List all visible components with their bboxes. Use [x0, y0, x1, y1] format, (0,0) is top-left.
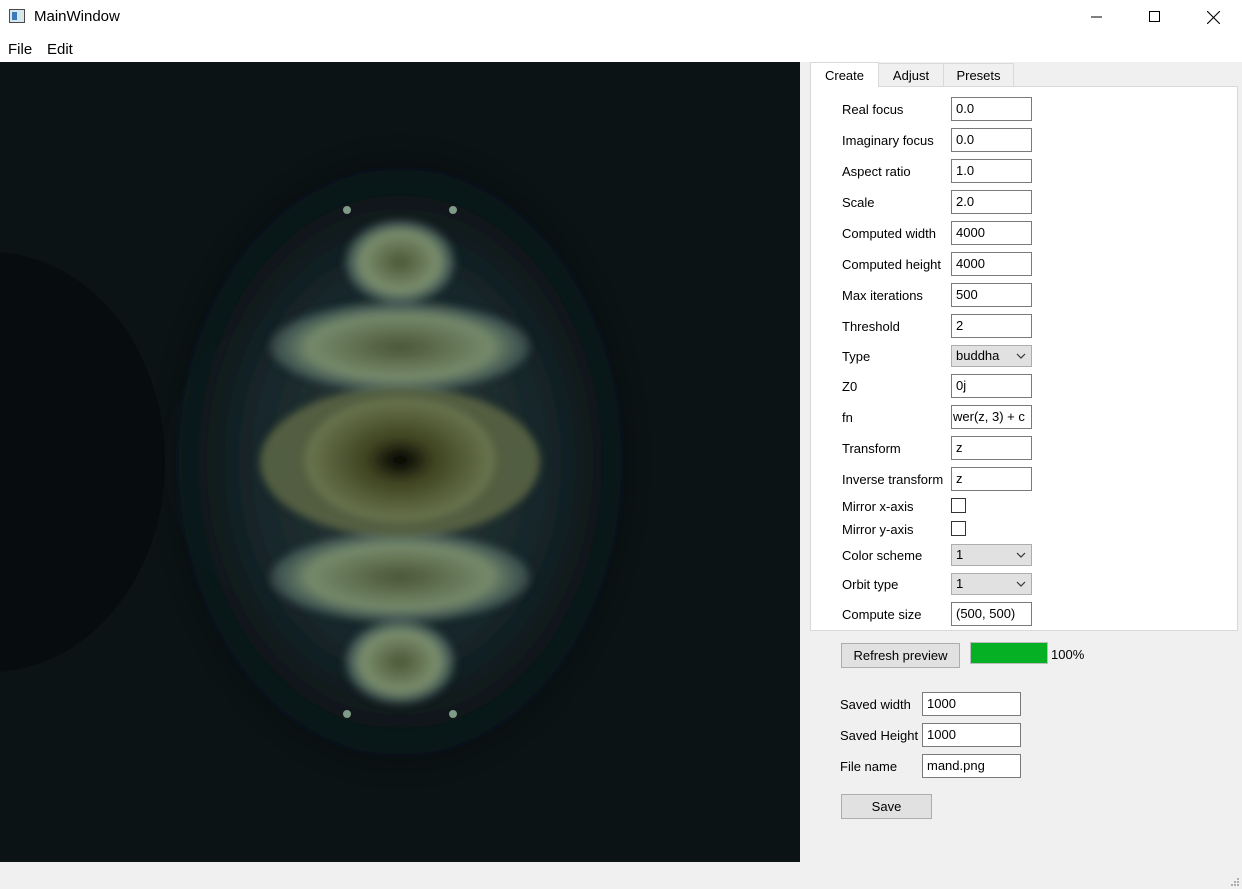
- fn-label: fn: [842, 410, 853, 425]
- minimize-button[interactable]: [1068, 0, 1126, 34]
- z0-label: Z0: [842, 379, 858, 394]
- mirror-x-label: Mirror x-axis: [842, 499, 914, 514]
- threshold-label: Threshold: [842, 319, 900, 334]
- close-button[interactable]: [1184, 0, 1242, 34]
- type-label: Type: [842, 349, 871, 364]
- computed-width-input[interactable]: 4000: [951, 221, 1032, 245]
- aspect-ratio-input[interactable]: 1.0: [951, 159, 1032, 183]
- orbit-type-value: 1: [956, 576, 964, 591]
- scale-input[interactable]: 2.0: [951, 190, 1032, 214]
- fn-input[interactable]: wer(z, 3) + c: [951, 405, 1032, 429]
- refresh-preview-button[interactable]: Refresh preview: [841, 643, 960, 668]
- window-title: MainWindow: [34, 8, 120, 25]
- tab-adjust[interactable]: Adjust: [878, 63, 944, 86]
- mirror-y-label: Mirror y-axis: [842, 522, 914, 537]
- maximize-icon: [1149, 11, 1160, 22]
- preview-progress-bar: [970, 642, 1048, 664]
- fractal-canvas[interactable]: [0, 62, 800, 862]
- computed-height-input[interactable]: 4000: [951, 252, 1032, 276]
- progress-text: 100%: [1051, 647, 1085, 662]
- imaginary-focus-label: Imaginary focus: [842, 133, 934, 148]
- menu-edit[interactable]: Edit: [47, 41, 73, 58]
- max-iterations-input[interactable]: 500: [951, 283, 1032, 307]
- close-icon: [1206, 10, 1220, 24]
- size-grip-icon[interactable]: [1230, 877, 1240, 887]
- minimize-icon: [1091, 16, 1102, 18]
- imaginary-focus-input[interactable]: 0.0: [951, 128, 1032, 152]
- real-focus-input[interactable]: 0.0: [951, 97, 1032, 121]
- z0-input[interactable]: 0j: [951, 374, 1032, 398]
- type-select[interactable]: buddha: [951, 345, 1032, 367]
- color-scheme-value: 1: [956, 547, 964, 562]
- menu-file[interactable]: File: [8, 41, 32, 58]
- maximize-button[interactable]: [1126, 0, 1184, 34]
- type-select-value: buddha: [956, 348, 1000, 363]
- tab-create[interactable]: Create: [810, 62, 879, 87]
- chevron-down-icon: [1016, 581, 1026, 587]
- app-icon: [9, 9, 25, 23]
- inverse-transform-label: Inverse transform: [842, 472, 944, 487]
- progress-fill: [971, 643, 1047, 663]
- color-scheme-select[interactable]: 1: [951, 544, 1032, 566]
- saved-width-label: Saved width: [840, 697, 911, 712]
- color-scheme-label: Color scheme: [842, 548, 923, 563]
- saved-width-input[interactable]: 1000: [922, 692, 1021, 716]
- chevron-down-icon: [1016, 353, 1026, 359]
- scale-label: Scale: [842, 195, 875, 210]
- fractal-image: [0, 62, 800, 862]
- compute-size-label: Compute size: [842, 607, 922, 622]
- computed-height-label: Computed height: [842, 257, 942, 272]
- transform-input[interactable]: z: [951, 436, 1032, 460]
- file-name-input[interactable]: mand.png: [922, 754, 1021, 778]
- computed-width-label: Computed width: [842, 226, 936, 241]
- mirror-x-checkbox[interactable]: [951, 498, 966, 513]
- max-iterations-label: Max iterations: [842, 288, 923, 303]
- transform-label: Transform: [842, 441, 901, 456]
- compute-size-input[interactable]: (500, 500): [951, 602, 1032, 626]
- mirror-y-checkbox[interactable]: [951, 521, 966, 536]
- tab-presets[interactable]: Presets: [943, 63, 1014, 86]
- saved-height-label: Saved Height: [840, 728, 919, 743]
- save-button[interactable]: Save: [841, 794, 932, 819]
- orbit-type-label: Orbit type: [842, 577, 899, 592]
- saved-height-input[interactable]: 1000: [922, 723, 1021, 747]
- chevron-down-icon: [1016, 552, 1026, 558]
- aspect-ratio-label: Aspect ratio: [842, 164, 911, 179]
- orbit-type-select[interactable]: 1: [951, 573, 1032, 595]
- threshold-input[interactable]: 2: [951, 314, 1032, 338]
- real-focus-label: Real focus: [842, 102, 904, 117]
- inverse-transform-input[interactable]: z: [951, 467, 1032, 491]
- file-name-label: File name: [840, 759, 898, 774]
- title-bar: MainWindow: [0, 0, 1242, 34]
- menu-bar: File Edit: [0, 34, 1242, 62]
